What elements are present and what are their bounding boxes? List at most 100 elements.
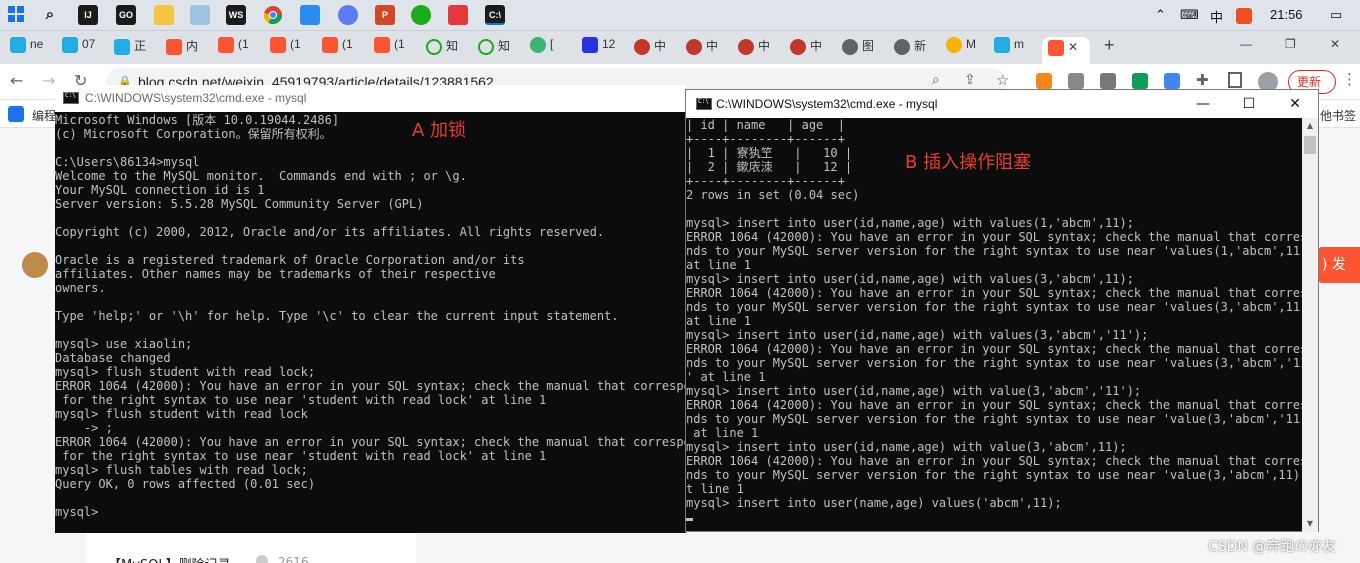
browser-tab[interactable]: (1: [270, 37, 314, 61]
console-icon: [63, 92, 79, 104]
app-red-icon[interactable]: [448, 5, 468, 25]
console-icon: [696, 98, 712, 110]
file-explorer-icon[interactable]: [154, 5, 174, 25]
console-output[interactable]: | id | name | age | +----+--------+-----…: [686, 118, 1303, 532]
console-output[interactable]: Microsoft Windows [版本 10.0.19044.2486] (…: [55, 112, 686, 533]
keyboard-icon[interactable]: ⌨: [1180, 7, 1199, 23]
puzzle-icon[interactable]: ✚: [1196, 71, 1209, 89]
bookmark-icon[interactable]: [8, 106, 24, 122]
scrollbar[interactable]: ▲ ▼: [1302, 118, 1318, 532]
avatar[interactable]: [22, 252, 48, 278]
article-list-item[interactable]: 【MySQL】删除记录 2616: [86, 530, 416, 563]
console-line: +----+--------+------+: [686, 132, 845, 146]
search-icon[interactable]: ⌕: [40, 5, 60, 25]
browser-tab[interactable]: 新: [894, 37, 942, 61]
app-icon[interactable]: [338, 5, 358, 25]
sogou-icon[interactable]: [1236, 8, 1252, 24]
console-line: Microsoft Windows [版本 10.0.19044.2486]: [55, 113, 340, 127]
console-line: Server version: 5.5.28 MySQL Community S…: [55, 197, 424, 211]
share-icon[interactable]: ⇪: [964, 72, 976, 88]
window-restore-icon[interactable]: ❐: [1285, 37, 1305, 61]
site-icon: [790, 38, 806, 55]
other-bookmarks[interactable]: 他书签: [1320, 107, 1356, 124]
start-icon[interactable]: [6, 5, 26, 25]
browser-tab[interactable]: M: [946, 37, 990, 61]
browser-tab[interactable]: 正: [114, 37, 158, 61]
console-line: mysql> flush tables with read lock;: [55, 463, 308, 477]
powerpoint-icon[interactable]: P: [375, 5, 395, 25]
goland-icon[interactable]: GO: [116, 5, 136, 25]
console-line: mysql> flush student with read lock;: [55, 365, 316, 379]
console-line: ERROR 1064 (42000): You have an error in…: [686, 342, 1303, 356]
star-icon[interactable]: ☆: [996, 71, 1009, 89]
browser-tab[interactable]: [: [530, 37, 574, 61]
console-window-a[interactable]: C:\WINDOWS\system32\cmd.exe - mysql Micr…: [55, 85, 686, 533]
window-title: C:\WINDOWS\system32\cmd.exe - mysql: [85, 91, 307, 105]
annotation-b: B 插入操作阻塞: [905, 152, 1032, 173]
bookmark-item[interactable]: 编程: [32, 107, 56, 124]
menu-icon[interactable]: ⋮: [1342, 70, 1357, 88]
article-link[interactable]: 【MySQL】删除记录: [108, 554, 231, 563]
webstorm-icon[interactable]: WS: [226, 5, 246, 25]
browser-tab[interactable]: 知: [478, 37, 522, 61]
chevron-up-icon[interactable]: ⌃: [1155, 7, 1166, 23]
cmd-taskbar-icon[interactable]: C:\: [485, 5, 505, 25]
side-action-button[interactable]: ) 发: [1318, 247, 1360, 283]
notification-icon[interactable]: ▭: [1330, 7, 1342, 23]
browser-tab[interactable]: 12: [582, 37, 626, 61]
window-close-icon[interactable]: ✕: [1330, 37, 1350, 61]
ime-mode-indicator[interactable]: 中: [1210, 7, 1223, 26]
browser-tab[interactable]: m: [994, 37, 1038, 61]
clock[interactable]: 21:56: [1270, 7, 1303, 22]
browser-tab[interactable]: 中: [790, 37, 838, 61]
console-line: mysql> insert into user(name,age) values…: [686, 496, 1062, 510]
intellij-icon[interactable]: IJ: [78, 5, 98, 25]
minimize-button[interactable]: —: [1180, 90, 1226, 118]
console-line: ' at line 1: [686, 370, 766, 384]
scrollbar-thumb[interactable]: [1304, 136, 1316, 154]
browser-tab[interactable]: 知: [426, 37, 470, 61]
app-store-icon[interactable]: [300, 5, 320, 25]
browser-tab[interactable]: 中: [738, 37, 786, 61]
browser-tab-active[interactable]: ✕: [1042, 37, 1090, 64]
metamask-icon[interactable]: [1036, 73, 1052, 89]
console-line: ERROR 1064 (42000): You have an error in…: [686, 286, 1303, 300]
wechat-icon[interactable]: [411, 5, 431, 25]
browser-tab[interactable]: ne: [10, 37, 54, 61]
new-tab-button[interactable]: +: [1104, 35, 1124, 59]
window-minimize-icon[interactable]: —: [1240, 37, 1260, 61]
console-window-b[interactable]: C:\WINDOWS\system32\cmd.exe - mysql — ☐ …: [685, 89, 1319, 532]
bilibili-icon: [62, 37, 78, 53]
browser-tab[interactable]: 中: [686, 37, 734, 61]
browser-tab[interactable]: 内: [166, 37, 210, 61]
extension-icon[interactable]: [1068, 73, 1084, 89]
scroll-up-icon[interactable]: ▲: [1302, 118, 1318, 134]
window-titlebar[interactable]: C:\WINDOWS\system32\cmd.exe - mysql: [55, 85, 686, 112]
browser-tab[interactable]: (1: [322, 37, 366, 61]
browser-tab[interactable]: (1: [374, 37, 418, 61]
browser-tab[interactable]: 图: [842, 37, 890, 61]
browser-tab[interactable]: 07: [62, 37, 106, 61]
extension-icon[interactable]: [1164, 73, 1180, 89]
forward-icon[interactable]: →: [42, 71, 55, 90]
close-tab-icon[interactable]: ✕: [1068, 40, 1078, 54]
watermark: CSDN @奔跑の亦友: [1208, 539, 1337, 555]
side-panel-icon[interactable]: [1228, 72, 1242, 88]
window-titlebar[interactable]: C:\WINDOWS\system32\cmd.exe - mysql — ☐ …: [686, 90, 1318, 118]
notepad-icon[interactable]: [190, 5, 210, 25]
zoom-icon[interactable]: ⌕: [932, 72, 940, 88]
browser-tab[interactable]: 中: [634, 37, 682, 61]
csdn-icon: [270, 37, 286, 53]
chrome-icon[interactable]: [263, 5, 283, 25]
console-line: 2 rows in set (0.04 sec): [686, 188, 860, 202]
extension-icon[interactable]: [1132, 73, 1148, 89]
maximize-button[interactable]: ☐: [1226, 90, 1272, 118]
browser-tab[interactable]: (1: [218, 37, 262, 61]
console-line: mysql> insert into user(id,name,age) wit…: [686, 272, 1134, 286]
back-icon[interactable]: ←: [10, 71, 23, 90]
scroll-down-icon[interactable]: ▼: [1302, 516, 1318, 532]
extension-icon[interactable]: [1100, 73, 1116, 89]
close-button[interactable]: ✕: [1272, 90, 1318, 118]
site-icon: [634, 38, 650, 55]
console-line: mysql> use xiaolin;: [55, 337, 193, 351]
